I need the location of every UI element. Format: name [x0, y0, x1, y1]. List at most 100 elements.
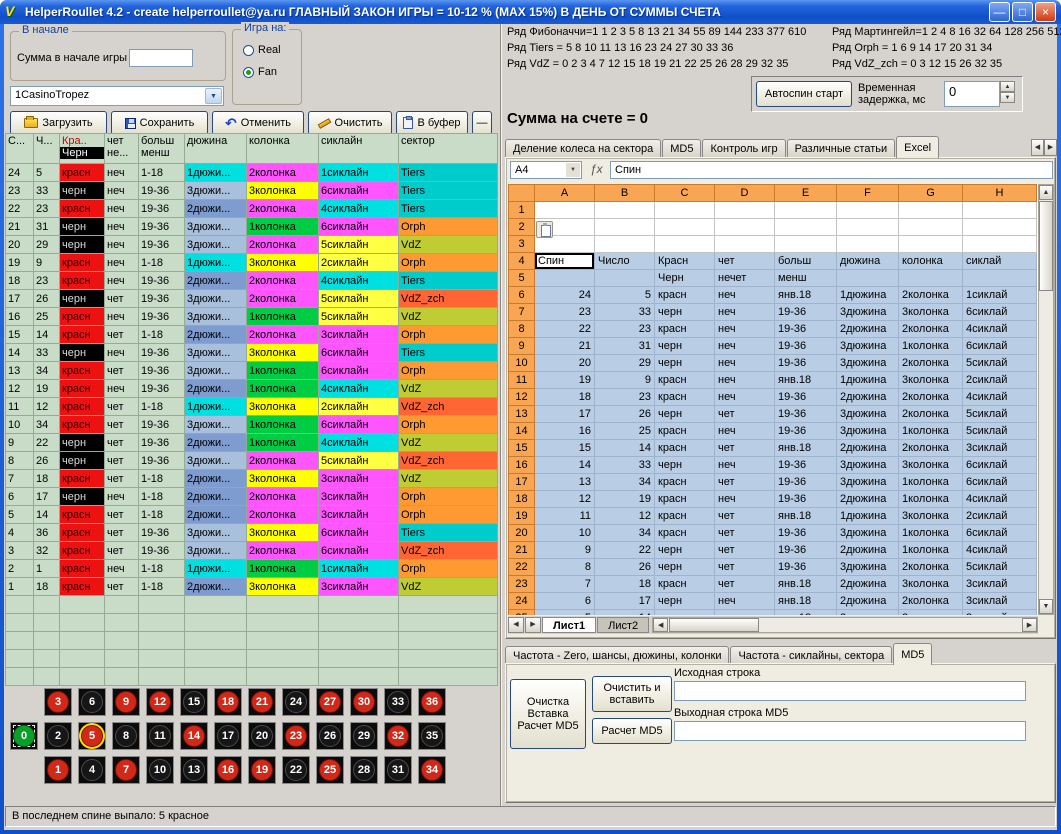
grid-cell-D16[interactable]: неч [715, 457, 775, 474]
grid-cell-H22[interactable]: 5сиклай [963, 559, 1037, 576]
grid-cell-F14[interactable]: 3дюжина [837, 423, 899, 440]
toolbar-button-6[interactable]: — [472, 111, 492, 135]
grid-cell-H9[interactable]: 6сиклай [963, 338, 1037, 355]
grid-cell-F11[interactable]: 1дюжина [837, 372, 899, 389]
toolbar-button-1[interactable]: Загрузить [10, 111, 107, 135]
grid-cell-D25[interactable]: чет [715, 610, 775, 616]
grid-cell-H15[interactable]: 3сиклай [963, 440, 1037, 457]
grid-cell-D13[interactable]: чет [715, 406, 775, 423]
grid-cell-H12[interactable]: 4сиклай [963, 389, 1037, 406]
grid-cell-F23[interactable]: 2дюжина [837, 576, 899, 593]
grid-cell-B11[interactable]: 9 [595, 372, 655, 389]
grid-row-header-18[interactable]: 18 [509, 491, 535, 508]
grid-cell-C7[interactable]: черн [655, 304, 715, 321]
grid-cell-G25[interactable]: 2колонка [899, 610, 963, 616]
grid-cell-D20[interactable]: чет [715, 525, 775, 542]
grid-cell-D22[interactable]: чет [715, 559, 775, 576]
grid-cell-B9[interactable]: 31 [595, 338, 655, 355]
grid-cell-A19[interactable]: 11 [535, 508, 595, 525]
grid-cell-G19[interactable]: 3колонка [899, 508, 963, 525]
grid-cell-D4[interactable]: чет [715, 253, 775, 270]
grid-cell-H18[interactable]: 4сиклай [963, 491, 1037, 508]
grid-row-header-2[interactable]: 2 [509, 219, 535, 236]
grid-cell-G1[interactable] [899, 202, 963, 219]
bottom-tab-3[interactable]: MD5 [893, 643, 932, 665]
grid-cell-D2[interactable] [715, 219, 775, 236]
grid-cell-B22[interactable]: 26 [595, 559, 655, 576]
bottom-tab-2[interactable]: Частота - сиклайны, сектора [730, 646, 892, 664]
grid-cell-C10[interactable]: черн [655, 355, 715, 372]
grid-cell-F9[interactable]: 3дюжина [837, 338, 899, 355]
grid-cell-D1[interactable] [715, 202, 775, 219]
grid-cell-A5[interactable] [535, 270, 595, 287]
grid-cell-B5[interactable] [595, 270, 655, 287]
md5-output-input[interactable] [674, 721, 1026, 741]
grid-row-header-16[interactable]: 16 [509, 457, 535, 474]
delay-input[interactable]: 0 [944, 81, 1000, 107]
minimize-button[interactable]: — [989, 2, 1010, 22]
source-string-input[interactable] [674, 681, 1026, 701]
roulette-number-25[interactable]: 25 [316, 756, 344, 784]
grid-cell-E4[interactable]: больш [775, 253, 837, 270]
grid-cell-B3[interactable] [595, 236, 655, 253]
grid-cell-G8[interactable]: 2колонка [899, 321, 963, 338]
vertical-scrollbar[interactable]: ▲ ▼ [1038, 184, 1054, 615]
grid-cell-B7[interactable]: 33 [595, 304, 655, 321]
roulette-number-18[interactable]: 18 [214, 688, 242, 716]
grid-cell-B16[interactable]: 33 [595, 457, 655, 474]
roulette-number-13[interactable]: 13 [180, 756, 208, 784]
roulette-number-19[interactable]: 19 [248, 756, 276, 784]
grid-cell-E21[interactable]: 19-36 [775, 542, 837, 559]
grid-cell-F5[interactable] [837, 270, 899, 287]
grid-cell-A23[interactable]: 7 [535, 576, 595, 593]
grid-cell-B19[interactable]: 12 [595, 508, 655, 525]
radio-option-fan[interactable]: Fan [243, 66, 277, 78]
grid-cell-H3[interactable] [963, 236, 1037, 253]
grid-cell-B8[interactable]: 23 [595, 321, 655, 338]
grid-cell-B23[interactable]: 18 [595, 576, 655, 593]
roulette-number-27[interactable]: 27 [316, 688, 344, 716]
scroll-down-icon[interactable]: ▼ [1039, 599, 1053, 614]
sheet-tab-2[interactable]: Лист2 [597, 617, 649, 633]
grid-cell-E13[interactable]: 19-36 [775, 406, 837, 423]
grid-row-header-20[interactable]: 20 [509, 525, 535, 542]
grid-cell-A22[interactable]: 8 [535, 559, 595, 576]
grid-cell-G4[interactable]: колонка [899, 253, 963, 270]
roulette-number-29[interactable]: 29 [350, 722, 378, 750]
grid-corner[interactable] [509, 185, 535, 202]
grid-cell-G21[interactable]: 1колонка [899, 542, 963, 559]
grid-cell-A25[interactable]: 5 [535, 610, 595, 616]
grid-cell-E23[interactable]: янв.18 [775, 576, 837, 593]
grid-cell-F8[interactable]: 2дюжина [837, 321, 899, 338]
grid-cell-F15[interactable]: 2дюжина [837, 440, 899, 457]
grid-cell-A12[interactable]: 18 [535, 389, 595, 406]
grid-row-header-11[interactable]: 11 [509, 372, 535, 389]
grid-row-header-25[interactable]: 25 [509, 610, 535, 616]
grid-cell-H7[interactable]: 6сиклай [963, 304, 1037, 321]
grid-row-header-6[interactable]: 6 [509, 287, 535, 304]
function-icon[interactable]: ƒx [590, 162, 603, 176]
grid-cell-C17[interactable]: красн [655, 474, 715, 491]
grid-cell-D24[interactable]: неч [715, 593, 775, 610]
roulette-number-22[interactable]: 22 [282, 756, 310, 784]
grid-column-header-D[interactable]: D [715, 185, 775, 202]
grid-cell-G15[interactable]: 2колонка [899, 440, 963, 457]
grid-cell-G18[interactable]: 1колонка [899, 491, 963, 508]
toolbar-button-5[interactable]: В буфер [396, 111, 468, 135]
grid-column-header-G[interactable]: G [899, 185, 963, 202]
grid-cell-D14[interactable]: неч [715, 423, 775, 440]
grid-cell-G9[interactable]: 1колонка [899, 338, 963, 355]
grid-cell-H25[interactable]: 3сиклай [963, 610, 1037, 616]
roulette-number-16[interactable]: 16 [214, 756, 242, 784]
name-box-dropdown-icon[interactable]: ▼ [566, 163, 580, 177]
grid-cell-E20[interactable]: 19-36 [775, 525, 837, 542]
grid-cell-G22[interactable]: 2колонка [899, 559, 963, 576]
grid-cell-C11[interactable]: красн [655, 372, 715, 389]
grid-cell-B25[interactable]: 14 [595, 610, 655, 616]
grid-cell-F3[interactable] [837, 236, 899, 253]
horizontal-scrollbar[interactable]: ◀ ▶ [652, 617, 1038, 633]
main-tab-3[interactable]: Контроль игр [702, 139, 785, 157]
grid-cell-H23[interactable]: 3сиклай [963, 576, 1037, 593]
grid-cell-F17[interactable]: 3дюжина [837, 474, 899, 491]
grid-cell-A13[interactable]: 17 [535, 406, 595, 423]
